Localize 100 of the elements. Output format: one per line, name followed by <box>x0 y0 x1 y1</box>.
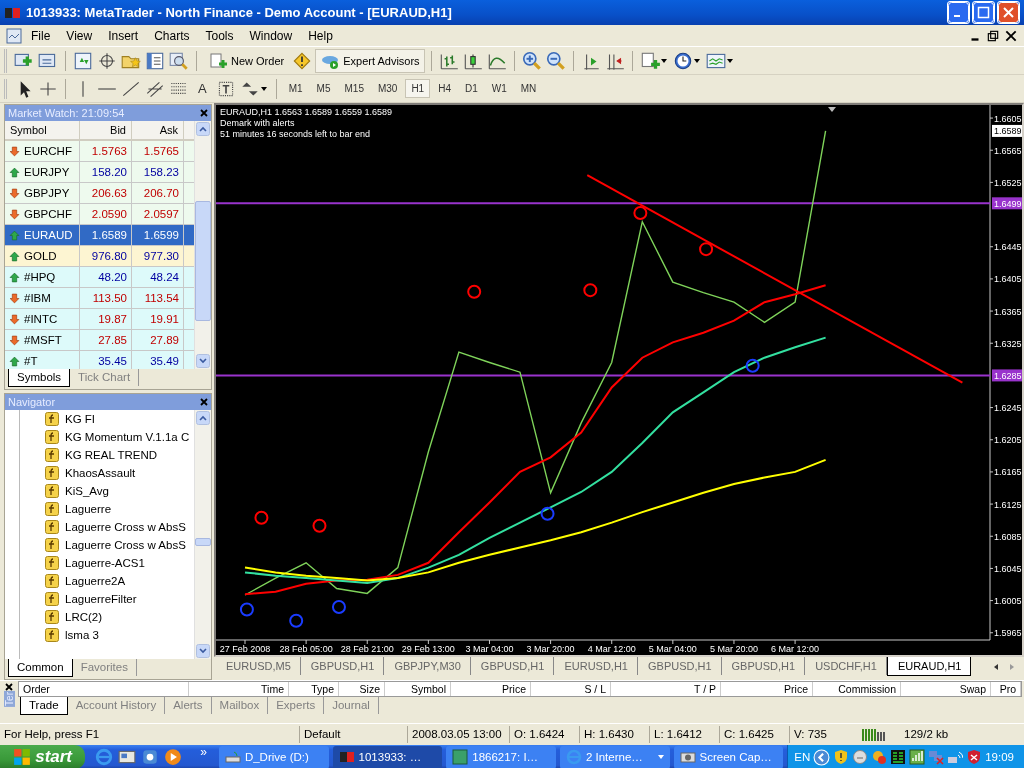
timeframe-button[interactable]: H4 <box>432 79 457 98</box>
column-header[interactable]: Symbol <box>385 682 451 696</box>
scroll-left-icon[interactable] <box>994 664 998 670</box>
column-header[interactable]: Bid <box>80 121 132 139</box>
symbol-row[interactable]: #IBM 113.50 113.54 <box>5 288 194 309</box>
panel-tab[interactable]: Symbols <box>8 369 71 387</box>
media-player-icon[interactable] <box>164 748 183 766</box>
new-order-button[interactable]: New Order <box>203 48 290 73</box>
column-header[interactable]: Size <box>339 682 385 696</box>
taskbar-button[interactable]: 1013933: … <box>332 745 443 768</box>
tree-item[interactable]: Laguerre2A <box>45 572 194 590</box>
tree-item[interactable]: KhaosAssault <box>45 464 194 482</box>
signal-chart-icon[interactable] <box>909 749 926 765</box>
taskbar-button[interactable]: 1866217: I… <box>446 745 556 768</box>
symbol-row[interactable]: #T 35.45 35.49 <box>5 351 194 369</box>
menu-item[interactable]: File <box>24 26 58 45</box>
symbol-row[interactable]: GBPJPY 206.63 206.70 <box>5 183 194 204</box>
crosshair-icon[interactable] <box>96 50 118 71</box>
market-watch-icon[interactable] <box>72 50 94 71</box>
trend-line[interactable] <box>586 174 964 384</box>
column-header[interactable]: Price <box>721 682 813 696</box>
menu-item[interactable]: Tools <box>198 26 241 45</box>
timeframe-button[interactable]: M5 <box>310 79 337 98</box>
tree-item[interactable]: Laguerre <box>45 500 194 518</box>
column-header[interactable]: T / P <box>611 682 721 696</box>
terminal-icon[interactable] <box>144 50 166 71</box>
symbol-row[interactable]: #HPQ 48.20 48.24 <box>5 267 194 288</box>
tree-item[interactable]: LRC(2) <box>45 608 194 626</box>
symbol-row[interactable]: #INTC 19.87 19.91 <box>5 309 194 330</box>
text-tool-button[interactable]: A <box>192 81 213 96</box>
taskbar-button[interactable]: D_Drive (D:) <box>218 745 329 768</box>
symbol-row[interactable]: EURAUD 1.6589 1.6599 <box>5 225 194 246</box>
more-icons-button[interactable]: » <box>192 745 219 768</box>
timeframe-button[interactable]: M30 <box>371 79 404 98</box>
timeframe-button[interactable]: D1 <box>459 79 484 98</box>
close-icon[interactable] <box>200 109 208 117</box>
terminal-tab[interactable]: Trade <box>20 697 68 715</box>
column-header[interactable]: Time <box>189 682 289 696</box>
symbol-row[interactable]: GBPCHF 2.0590 2.0597 <box>5 204 194 225</box>
shield-icon[interactable] <box>833 749 850 765</box>
column-header[interactable]: Symbol <box>5 121 80 139</box>
chart-tab[interactable]: GBPUSD,H1 <box>638 657 722 675</box>
symbol-row[interactable]: EURJPY 158.20 158.23 <box>5 162 194 183</box>
chart-tab[interactable]: GBPJPY,M30 <box>384 657 471 675</box>
column-header[interactable]: Pro <box>991 682 1021 696</box>
zoom-in-icon[interactable] <box>520 50 543 71</box>
chart-tab[interactable]: EURUSD,H1 <box>554 657 638 675</box>
scroll-thumb[interactable] <box>195 538 211 546</box>
tree-item[interactable]: KG REAL TREND <box>45 446 194 464</box>
timeframe-button[interactable]: M15 <box>338 79 370 98</box>
close-icon[interactable] <box>200 398 208 406</box>
tree-item[interactable]: KG Momentum V.1.1a C <box>45 428 194 446</box>
expand-tray-icon[interactable] <box>813 748 831 766</box>
column-header[interactable]: Swap <box>901 682 991 696</box>
symbol-row[interactable]: EURCHF 1.5763 1.5765 <box>5 141 194 162</box>
column-header[interactable]: Price <box>451 682 531 696</box>
tree-item[interactable]: Laguerre Cross w AbsS <box>45 536 194 554</box>
column-header[interactable]: Order <box>19 682 189 696</box>
timeframe-button[interactable]: M1 <box>282 79 309 98</box>
column-header[interactable]: Ask <box>132 121 184 139</box>
caret-icon[interactable] <box>693 58 700 63</box>
chart-tab[interactable]: GBPUSD,H1 <box>470 657 555 675</box>
minimize-button[interactable] <box>947 1 970 24</box>
tree-item[interactable]: lsma 3 <box>45 626 194 644</box>
magnifier-icon[interactable] <box>168 50 190 71</box>
document-icon[interactable] <box>6 27 22 44</box>
scroll-down-icon[interactable] <box>196 354 210 368</box>
expert-advisors-button[interactable]: Expert Advisors <box>315 48 425 73</box>
chart-tab[interactable]: EURAUD,H1 <box>886 657 972 676</box>
tree-item[interactable]: KG FI <box>45 410 194 428</box>
scrollbar[interactable] <box>194 121 211 369</box>
taskbar-button[interactable]: 2 Interne… <box>559 745 670 768</box>
taskbar-button[interactable]: Screen Cap… <box>673 745 784 768</box>
scroll-up-icon[interactable] <box>196 411 210 425</box>
maximize-button[interactable] <box>972 1 995 24</box>
zoom-out-icon[interactable] <box>544 50 567 71</box>
chart-tab[interactable]: EURUSD,M5 <box>216 657 301 675</box>
desktop-icon[interactable] <box>118 748 137 766</box>
scroll-thumb[interactable] <box>195 201 211 321</box>
tree-item[interactable]: KiS_Avg <box>45 482 194 500</box>
menu-item[interactable]: Help <box>301 26 340 45</box>
tree-item[interactable]: LaguerreFilter <box>45 590 194 608</box>
security-shield-icon[interactable] <box>966 749 983 765</box>
caret-icon[interactable] <box>726 58 733 63</box>
chart-tab[interactable]: GBPUSD,H1 <box>300 657 385 675</box>
scrollbar[interactable] <box>194 410 211 659</box>
caret-icon[interactable] <box>260 86 267 91</box>
tree-item[interactable]: Laguerre Cross w AbsS <box>45 518 194 536</box>
column-header[interactable]: S / L <box>531 682 611 696</box>
timeframe-button[interactable]: H1 <box>405 79 431 98</box>
chart-tab[interactable]: USDCHF,H1 <box>805 657 887 675</box>
menu-item[interactable]: Window <box>242 26 300 45</box>
close-button[interactable] <box>997 1 1020 24</box>
caret-icon[interactable] <box>660 58 667 63</box>
scroll-down-icon[interactable] <box>196 644 210 658</box>
symbol-row[interactable]: GOLD 976.80 977.30 <box>5 246 194 267</box>
column-header[interactable]: Commission <box>813 682 901 696</box>
chart-tab[interactable]: GBPUSD,H1 <box>721 657 806 675</box>
menu-item[interactable]: View <box>59 26 100 45</box>
horizontal-line[interactable] <box>216 202 991 205</box>
